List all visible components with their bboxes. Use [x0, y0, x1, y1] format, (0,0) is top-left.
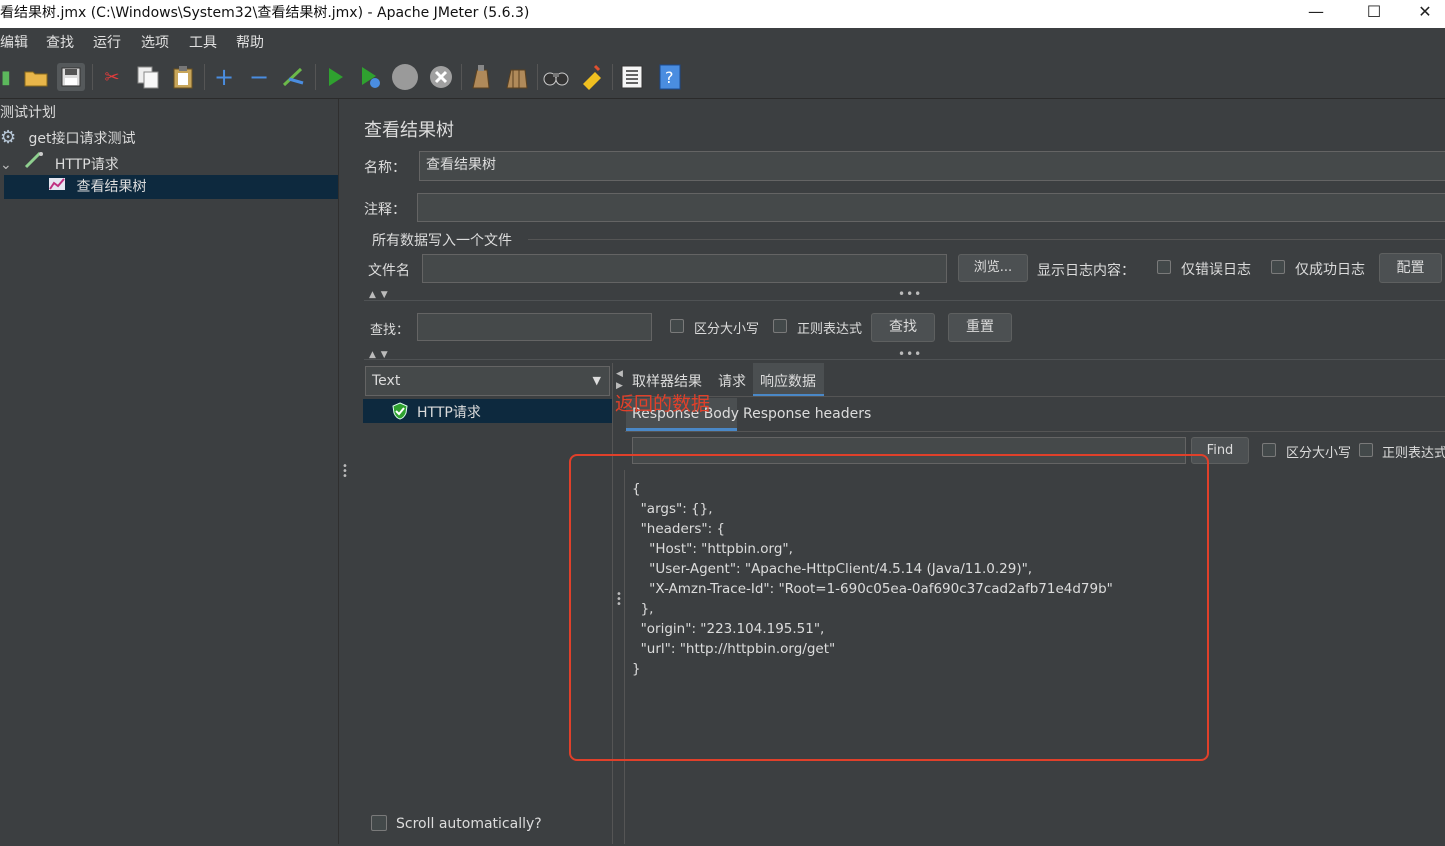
- annotation-text: 返回的数据: [615, 393, 711, 415]
- test-plan-tree: 测试计划 ⚙ get接口请求测试 ⌄ HTTP请求 查看结果树: [0, 99, 338, 844]
- regex-label: 正则表达式: [797, 322, 863, 337]
- cut-icon[interactable]: ✂: [98, 63, 126, 91]
- open-icon[interactable]: ▮: [0, 63, 20, 91]
- annotation-highlight-box: [569, 454, 1209, 761]
- menu-tools[interactable]: 工具: [189, 32, 217, 52]
- search-label: 查找：: [370, 323, 410, 338]
- config-button[interactable]: 配置: [1379, 253, 1442, 283]
- stop-icon[interactable]: [391, 63, 419, 91]
- search-icon[interactable]: [542, 63, 570, 91]
- chevron-down-icon[interactable]: ⌄: [0, 153, 16, 177]
- start-no-pause-icon[interactable]: [356, 63, 384, 91]
- menu-edit[interactable]: 编辑: [0, 32, 28, 52]
- splitter-handle-icon[interactable]: •••: [898, 347, 922, 361]
- browse-button[interactable]: 浏览...: [958, 254, 1028, 282]
- search-input[interactable]: [417, 313, 652, 341]
- renderer-select[interactable]: Text ▼: [365, 366, 610, 396]
- success-shield-icon: [391, 402, 409, 424]
- gear-icon: ⚙: [0, 127, 17, 148]
- reset-button[interactable]: 重置: [948, 313, 1012, 342]
- title-bar: 看结果树.jmx (C:\Windows\System32\查看结果树.jmx)…: [0, 0, 1445, 28]
- svg-text:?: ?: [665, 68, 674, 87]
- success-only-checkbox[interactable]: [1271, 260, 1285, 274]
- shutdown-icon[interactable]: [427, 63, 455, 91]
- listener-icon: [48, 175, 66, 199]
- menu-help[interactable]: 帮助: [236, 32, 264, 52]
- tree-item-view-results[interactable]: 查看结果树: [4, 175, 338, 199]
- response-case-checkbox[interactable]: [1262, 443, 1276, 457]
- comment-label: 注释：: [364, 202, 406, 218]
- close-button[interactable]: ✕: [1402, 0, 1445, 28]
- success-only-label: 仅成功日志: [1295, 262, 1365, 278]
- filename-field[interactable]: [422, 254, 947, 283]
- function-helper-icon[interactable]: [618, 63, 646, 91]
- search-button[interactable]: 查找: [871, 313, 935, 342]
- tab-request[interactable]: 请求: [718, 371, 746, 391]
- copy-icon[interactable]: [134, 63, 162, 91]
- comment-field[interactable]: [417, 193, 1445, 222]
- result-item[interactable]: HTTP请求: [363, 399, 613, 423]
- tree-item-thread-group[interactable]: ⚙ get接口请求测试: [0, 126, 135, 150]
- collapse-arrows-icon[interactable]: ▲ ▼: [369, 290, 389, 300]
- menu-bar: 编辑 查找 运行 选项 工具 帮助: [0, 28, 1445, 54]
- file-group-title: 所有数据写入一个文件: [372, 233, 512, 249]
- start-icon[interactable]: [321, 63, 349, 91]
- clear-all-icon[interactable]: [502, 63, 530, 91]
- expand-icon[interactable]: +: [210, 63, 238, 91]
- splitter-handle-icon[interactable]: •••: [898, 287, 922, 301]
- regex-checkbox[interactable]: [773, 319, 787, 333]
- tab-sampler-result[interactable]: 取样器结果: [632, 371, 702, 391]
- help-icon[interactable]: ?: [656, 63, 684, 91]
- tree-item-test-plan[interactable]: 测试计划: [0, 101, 56, 125]
- tree-splitter[interactable]: • • •: [338, 99, 352, 844]
- menu-search[interactable]: 查找: [46, 32, 74, 52]
- save-icon[interactable]: [57, 63, 85, 91]
- name-field[interactable]: 查看结果树: [419, 151, 1445, 181]
- subtab-response-headers[interactable]: Response headers: [743, 406, 871, 422]
- collapse-arrows-icon[interactable]: ▲ ▼: [369, 350, 389, 360]
- tree-item-http-request[interactable]: ⌄ HTTP请求: [0, 151, 119, 175]
- clear-icon[interactable]: [466, 63, 494, 91]
- paste-icon[interactable]: [169, 63, 197, 91]
- response-case-label: 区分大小写: [1286, 446, 1352, 461]
- collapse-icon[interactable]: −: [245, 63, 273, 91]
- errors-only-label: 仅错误日志: [1181, 262, 1251, 278]
- case-sensitive-label: 区分大小写: [694, 322, 760, 337]
- scroll-auto-label: Scroll automatically?: [396, 816, 542, 832]
- case-sensitive-checkbox[interactable]: [670, 319, 684, 333]
- filename-label: 文件名: [368, 263, 410, 279]
- maximize-button[interactable]: ☐: [1351, 0, 1397, 28]
- menu-options[interactable]: 选项: [141, 32, 169, 52]
- window-title: 看结果树.jmx (C:\Windows\System32\查看结果树.jmx)…: [0, 5, 530, 21]
- page-title: 查看结果树: [364, 120, 454, 141]
- toggle-icon[interactable]: [280, 63, 308, 91]
- reset-search-icon[interactable]: [578, 63, 606, 91]
- minimize-button[interactable]: —: [1293, 0, 1339, 28]
- menu-run[interactable]: 运行: [93, 32, 121, 52]
- response-regex-checkbox[interactable]: [1359, 443, 1373, 457]
- chevron-down-icon: ▼: [592, 374, 601, 387]
- name-label: 名称：: [364, 160, 406, 176]
- log-content-label: 显示日志内容：: [1037, 263, 1135, 279]
- scroll-auto-checkbox[interactable]: [371, 815, 387, 831]
- toolbar: ▮ ✂ + − ?: [0, 56, 1445, 99]
- pipette-icon: [24, 151, 48, 177]
- tab-response-data[interactable]: 响应数据: [753, 363, 824, 397]
- errors-only-checkbox[interactable]: [1157, 260, 1171, 274]
- response-regex-label: 正则表达式: [1382, 446, 1445, 461]
- open-folder-icon[interactable]: [22, 63, 50, 91]
